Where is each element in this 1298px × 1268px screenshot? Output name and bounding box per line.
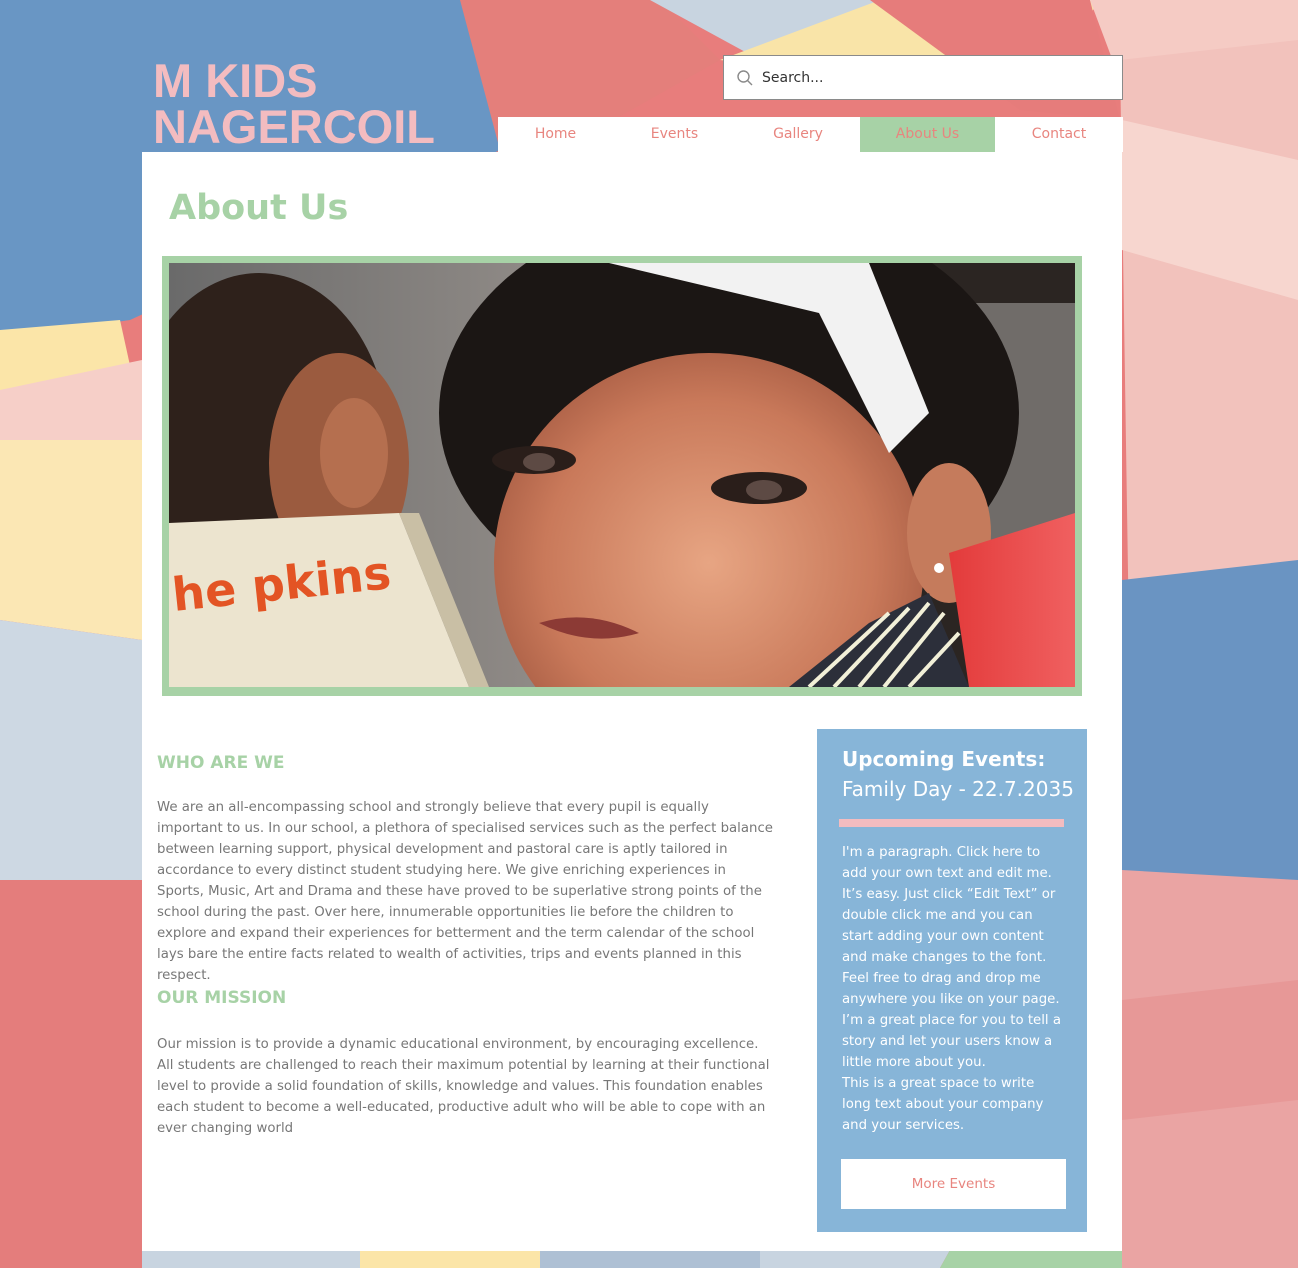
who-are-we-text: We are an all-encompassing school and st… [157, 800, 773, 983]
site-title-line2: NAGERCOIL [153, 100, 435, 153]
upcoming-events-title: Upcoming Events: [842, 747, 1046, 771]
events-divider [839, 819, 1064, 827]
nav-item-gallery[interactable]: Gallery [736, 117, 860, 152]
our-mission-text: Our mission is to provide a dynamic educ… [157, 1037, 770, 1136]
content-card: About Us he pkins WHO ARE WE We are an a… [142, 152, 1122, 1251]
main-nav: Home Events Gallery About Us Contact [498, 117, 1123, 152]
nav-item-events[interactable]: Events [613, 117, 736, 152]
who-are-we-heading: WHO ARE WE [157, 753, 285, 773]
hero-photo: he pkins [169, 263, 1075, 687]
page-heading: About Us [169, 188, 349, 228]
site-title-line1: M KIDS [153, 54, 318, 107]
events-description: I'm a paragraph. Click here to add your … [842, 842, 1067, 1136]
search-input[interactable] [762, 56, 1112, 99]
event-date: Family Day - 22.7.2035 [842, 777, 1074, 801]
our-mission-heading: OUR MISSION [157, 988, 287, 1008]
more-events-button[interactable]: More Events [841, 1159, 1066, 1209]
site-title[interactable]: M KIDS NAGERCOIL [153, 54, 435, 153]
nav-item-home[interactable]: Home [498, 117, 613, 152]
events-paragraph-1: I'm a paragraph. Click here to add your … [842, 845, 1061, 1070]
search-box[interactable] [723, 55, 1123, 100]
upcoming-events-panel: Upcoming Events: Family Day - 22.7.2035 … [817, 729, 1087, 1232]
hero-image-frame: he pkins [162, 256, 1082, 696]
events-paragraph-2: This is a great space to write long text… [842, 1076, 1044, 1133]
nav-item-about-us[interactable]: About Us [860, 117, 995, 152]
search-icon [737, 70, 753, 86]
nav-item-contact[interactable]: Contact [995, 117, 1123, 152]
